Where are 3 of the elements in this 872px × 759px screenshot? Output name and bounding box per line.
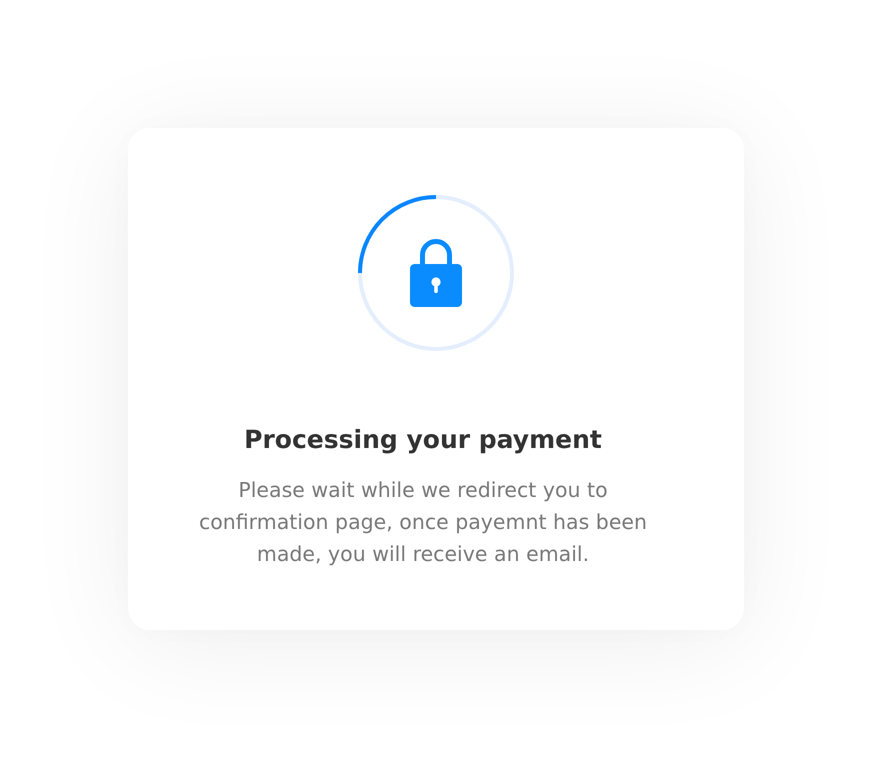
dialog-title: Processing your payment [244, 424, 602, 456]
lock-icon [410, 239, 462, 307]
dialog-message: Please wait while we redirect you to confirmation page, once payemnt has been made, you will receive an email. [198, 477, 648, 568]
